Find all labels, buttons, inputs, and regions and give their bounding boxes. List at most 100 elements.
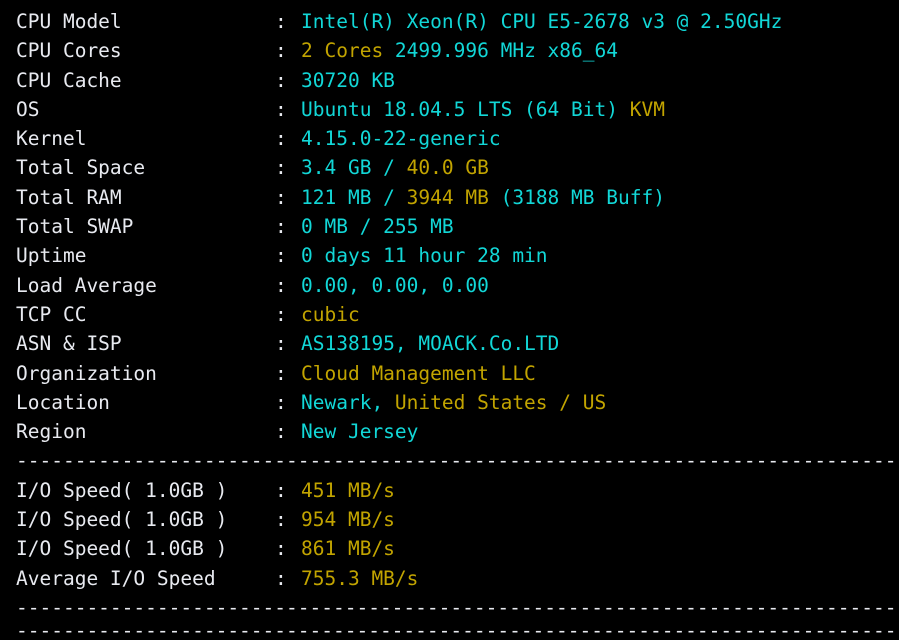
system-info-value-segment: Ubuntu 18.04.5 LTS (64 Bit) xyxy=(301,97,630,121)
system-info-value-segment: 121 MB / xyxy=(301,185,407,209)
system-info-label: CPU Cores xyxy=(16,39,122,63)
system-info-label: OS xyxy=(16,97,40,121)
row-separator-colon: : xyxy=(275,508,287,532)
row-separator-colon: : xyxy=(275,244,287,268)
system-info-value-segment: 2499.996 MHz x86_64 xyxy=(383,39,618,63)
row-separator-colon: : xyxy=(275,10,287,33)
system-info-section: CPU Model: Intel(R) Xeon(R) CPU E5-2678 v… xyxy=(0,7,899,446)
system-info-label: Region xyxy=(16,420,87,444)
system-info-value-segment: 2 Cores xyxy=(301,39,384,63)
system-info-row: Total Space:3.4 GB / 40.0 GB xyxy=(0,153,899,182)
system-info-row: OS: Ubuntu 18.04.5 LTS (64 Bit) KVM xyxy=(0,95,899,124)
io-speed-value: 451 MB/s xyxy=(301,476,899,505)
system-info-value-segment: Intel(R) Xeon(R) CPU E5-2678 v3 @ 2.50GH… xyxy=(301,10,783,33)
row-separator-colon: : xyxy=(275,420,287,444)
system-info-label: Load Average xyxy=(16,273,157,297)
terminal-window: CPU Model: Intel(R) Xeon(R) CPU E5-2678 v… xyxy=(0,0,899,640)
system-info-label: Total SWAP xyxy=(16,215,134,239)
row-separator-colon: : xyxy=(275,566,287,590)
system-info-label: Organization xyxy=(16,361,157,385)
row-separator-colon: : xyxy=(275,478,287,502)
system-info-value: 0 days 11 hour 28 min xyxy=(301,241,899,270)
io-speed-value: 861 MB/s xyxy=(301,534,899,563)
row-separator-colon: : xyxy=(275,302,287,326)
system-info-label: Kernel xyxy=(16,127,87,151)
io-speed-label: I/O Speed( 1.0GB ) xyxy=(16,508,228,532)
system-info-value: 2 Cores 2499.996 MHz x86_64 xyxy=(301,36,899,65)
row-separator-colon: : xyxy=(275,215,287,239)
system-info-value-segment: 4.15.0-22-generic xyxy=(301,127,501,151)
divider-line-top: ----------------------------------------… xyxy=(16,449,899,473)
row-separator-colon: : xyxy=(275,332,287,356)
system-info-row: CPU Cores:2 Cores 2499.996 MHz x86_64 xyxy=(0,36,899,65)
row-separator-colon: : xyxy=(275,361,287,385)
system-info-row: Uptime:0 days 11 hour 28 min xyxy=(0,241,899,270)
system-info-value-segment: cubic xyxy=(301,302,360,326)
io-speed-row: I/O Speed( 1.0GB ):451 MB/s xyxy=(0,476,899,505)
io-speed-label: I/O Speed( 1.0GB ) xyxy=(16,478,228,502)
system-info-value-segment: (3188 MB Buff) xyxy=(488,185,665,209)
system-info-value: Newark, United States / US xyxy=(301,388,899,417)
io-speed-label: I/O Speed( 1.0GB ) xyxy=(16,537,228,561)
system-info-value-segment: 0 MB / 255 MB xyxy=(301,215,454,239)
row-separator-colon: : xyxy=(275,39,287,63)
row-separator-colon: : xyxy=(275,390,287,414)
io-speed-row: I/O Speed( 1.0GB ):861 MB/s xyxy=(0,534,899,563)
system-info-label: Location xyxy=(16,390,110,414)
system-info-label: ASN & ISP xyxy=(16,332,122,356)
system-info-value: 30720 KB xyxy=(301,66,899,95)
system-info-value-segment: New Jersey xyxy=(301,420,419,444)
system-info-value: AS138195, MOACK.Co.LTD xyxy=(301,329,899,358)
system-info-value: New Jersey xyxy=(301,417,899,446)
system-info-row: CPU Model: Intel(R) Xeon(R) CPU E5-2678 v… xyxy=(0,7,899,36)
system-info-value: 0 MB / 255 MB xyxy=(301,212,899,241)
row-separator-colon: : xyxy=(275,273,287,297)
system-info-row: Kernel:4.15.0-22-generic xyxy=(0,124,899,153)
row-separator-colon: : xyxy=(275,537,287,561)
io-speed-value: 954 MB/s xyxy=(301,505,899,534)
divider-line-bottom-second: ----------------------------------------… xyxy=(16,622,899,640)
system-info-value: 121 MB / 3944 MB (3188 MB Buff) xyxy=(301,183,899,212)
io-speed-label: Average I/O Speed xyxy=(16,566,216,590)
system-info-value-segment: Newark, xyxy=(301,390,395,414)
system-info-label: Total Space xyxy=(16,156,146,180)
system-info-row: TCP CC: cubic xyxy=(0,300,899,329)
io-speed-value-segment: 451 MB/s xyxy=(301,478,395,502)
system-info-label: CPU Model xyxy=(16,10,122,33)
system-info-row: Region: New Jersey xyxy=(0,417,899,446)
top-spacer xyxy=(0,0,899,7)
system-info-row: Location: Newark, United States / US xyxy=(0,388,899,417)
system-info-value-segment: AS138195, MOACK.Co.LTD xyxy=(301,332,560,356)
row-separator-colon: : xyxy=(275,97,287,121)
row-separator-colon: : xyxy=(275,68,287,92)
system-info-row: Organization: Cloud Management LLC xyxy=(0,359,899,388)
system-info-value-segment: Cloud Management LLC xyxy=(301,361,536,385)
system-info-value: 0.00, 0.00, 0.00 xyxy=(301,271,899,300)
divider-line-bottom-first: ----------------------------------------… xyxy=(16,595,899,619)
row-separator-colon: : xyxy=(275,185,287,209)
system-info-label: Uptime xyxy=(16,244,87,268)
system-info-value-segment: United States / US xyxy=(394,390,607,414)
system-info-value-segment: 40.0 GB xyxy=(406,156,489,180)
system-info-row: ASN & ISP: AS138195, MOACK.Co.LTD xyxy=(0,329,899,358)
system-info-value: 3.4 GB / 40.0 GB xyxy=(301,153,899,182)
system-info-value: Intel(R) Xeon(R) CPU E5-2678 v3 @ 2.50GH… xyxy=(301,7,899,36)
io-speed-value-segment: 861 MB/s xyxy=(301,537,395,561)
system-info-row: Load Average:0.00, 0.00, 0.00 xyxy=(0,271,899,300)
io-speed-row: I/O Speed( 1.0GB ):954 MB/s xyxy=(0,505,899,534)
io-speed-value-segment: 755.3 MB/s xyxy=(301,566,419,590)
system-info-value-segment: 0.00, 0.00, 0.00 xyxy=(301,273,489,297)
io-speed-section: I/O Speed( 1.0GB ):451 MB/s I/O Speed( 1.… xyxy=(0,476,899,593)
io-speed-value: 755.3 MB/s xyxy=(301,564,899,593)
system-info-value-segment: 3944 MB xyxy=(406,185,489,209)
system-info-value: 4.15.0-22-generic xyxy=(301,124,899,153)
system-info-row: CPU Cache:30720 KB xyxy=(0,66,899,95)
row-separator-colon: : xyxy=(275,156,287,180)
system-info-label: Total RAM xyxy=(16,185,122,209)
row-separator-colon: : xyxy=(275,127,287,151)
system-info-value: Cloud Management LLC xyxy=(301,359,899,388)
system-info-row: Total SWAP:0 MB / 255 MB xyxy=(0,212,899,241)
system-info-value-segment: KVM xyxy=(629,97,665,121)
system-info-value: cubic xyxy=(301,300,899,329)
system-info-row: Total RAM:121 MB / 3944 MB (3188 MB Buff… xyxy=(0,183,899,212)
